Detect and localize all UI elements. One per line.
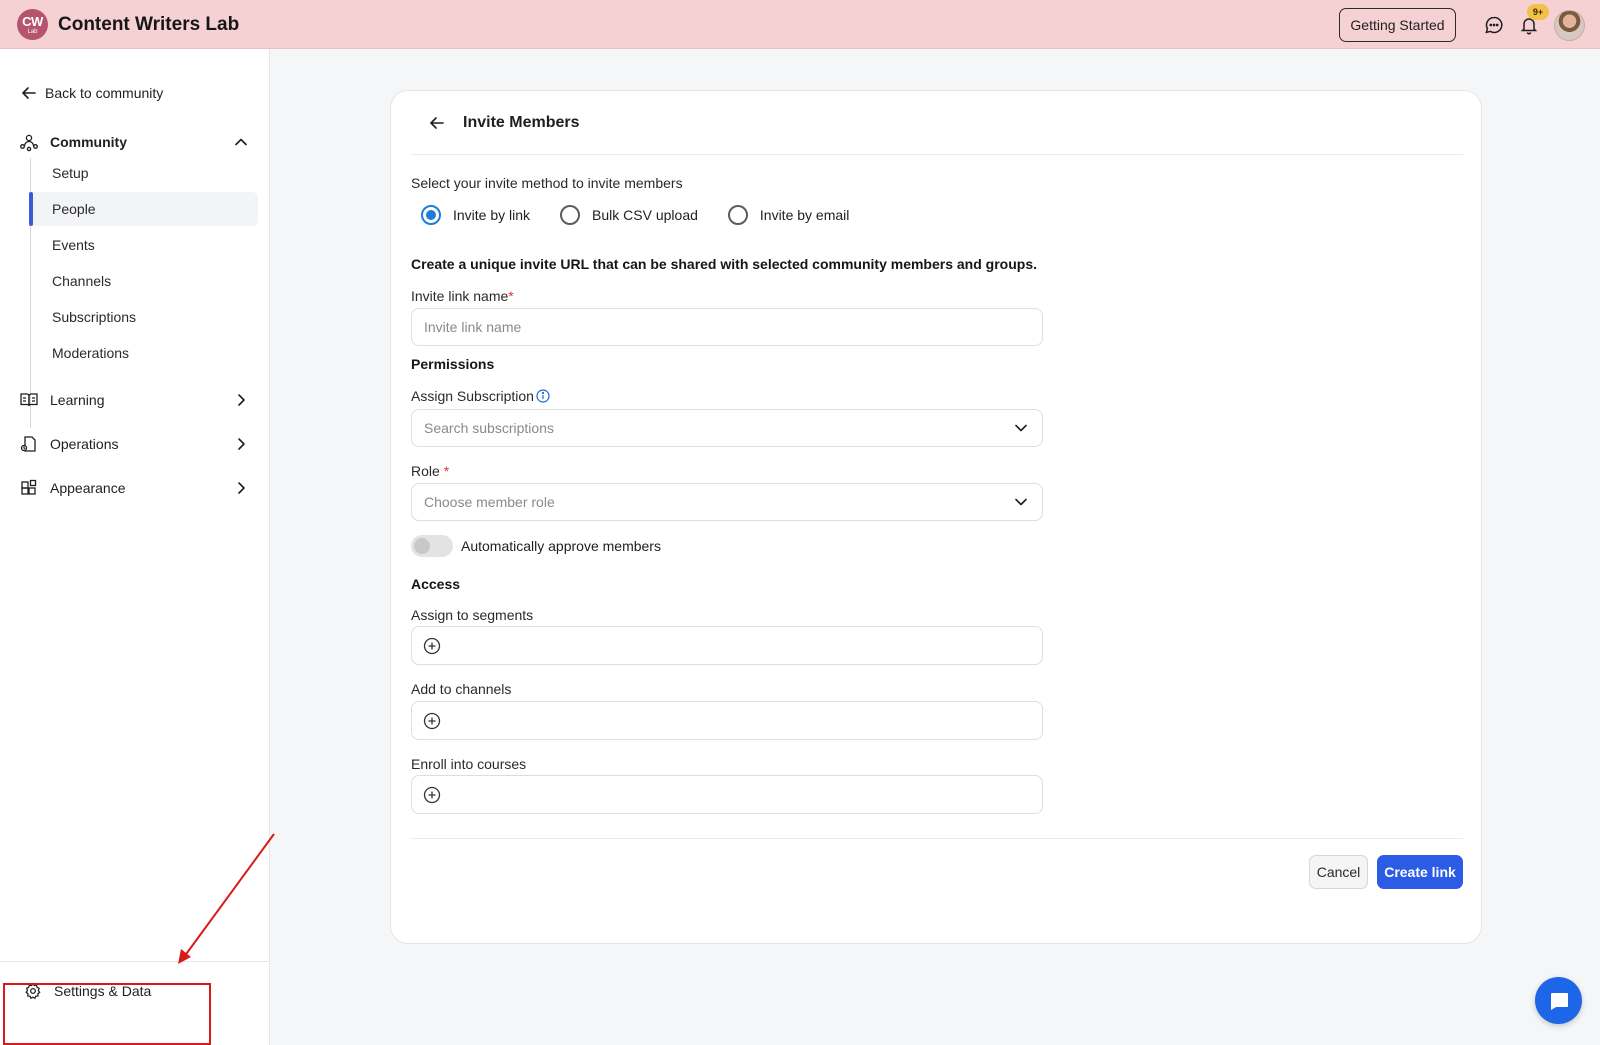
courses-field[interactable] bbox=[411, 775, 1043, 814]
channels-label: Add to channels bbox=[411, 681, 512, 697]
sidebar-item-subscriptions[interactable]: Subscriptions bbox=[30, 300, 258, 334]
role-label: Role * bbox=[411, 463, 449, 479]
radio-button[interactable] bbox=[560, 205, 581, 225]
radio-label: Bulk CSV upload bbox=[592, 207, 698, 223]
invite-members-card: Invite Members Select your invite method… bbox=[390, 90, 1482, 944]
required-marker: * bbox=[443, 463, 450, 479]
community-icon bbox=[18, 131, 40, 153]
operations-label: Operations bbox=[50, 436, 119, 452]
chevron-up-icon[interactable] bbox=[232, 133, 250, 151]
chevron-down-icon[interactable] bbox=[1012, 419, 1030, 437]
radio-label: Invite by email bbox=[759, 207, 850, 223]
logo-text: CW bbox=[22, 13, 43, 29]
back-to-community-link[interactable]: Back to community bbox=[21, 85, 163, 101]
courses-label: Enroll into courses bbox=[411, 756, 527, 772]
appearance-icon bbox=[18, 477, 40, 499]
role-placeholder: Choose member role bbox=[424, 494, 555, 510]
chevron-down-icon[interactable] bbox=[1012, 493, 1030, 511]
community-name[interactable]: Content Writers Lab bbox=[58, 14, 239, 36]
arrow-left-icon[interactable] bbox=[425, 111, 449, 135]
top-bar: CW Lab Content Writers Lab Getting Start… bbox=[0, 0, 1600, 49]
logo-subtext: Lab bbox=[27, 28, 38, 35]
radio-invite-by-link[interactable]: Invite by link bbox=[421, 205, 530, 225]
required-marker: * bbox=[508, 288, 514, 304]
segments-field[interactable] bbox=[411, 626, 1043, 665]
card-header: Invite Members bbox=[411, 91, 1463, 155]
invite-link-name-input[interactable] bbox=[424, 319, 1030, 335]
chat-bubble-icon[interactable] bbox=[1483, 14, 1505, 36]
info-icon[interactable] bbox=[536, 389, 550, 403]
sidebar-section-learning[interactable]: Learning bbox=[18, 388, 250, 412]
auto-approve-row: Automatically approve members bbox=[411, 535, 661, 557]
cancel-button[interactable]: Cancel bbox=[1309, 855, 1368, 889]
radio-invite-by-email[interactable]: Invite by email bbox=[727, 205, 850, 225]
brand-logo[interactable]: CW Lab bbox=[17, 9, 48, 40]
subscription-placeholder: Search subscriptions bbox=[424, 420, 554, 436]
chat-icon bbox=[1547, 989, 1571, 1013]
plus-circle-icon[interactable] bbox=[422, 636, 442, 656]
invite-method-prompt: Select your invite method to invite memb… bbox=[411, 175, 683, 191]
page-title: Invite Members bbox=[463, 113, 580, 131]
permissions-heading: Permissions bbox=[411, 356, 495, 372]
field-label: Invite link name bbox=[411, 288, 509, 304]
annotation-arrow bbox=[178, 833, 275, 964]
community-label: Community bbox=[50, 134, 127, 150]
plus-circle-icon[interactable] bbox=[422, 711, 442, 731]
notification-badge: 9+ bbox=[1527, 4, 1549, 20]
support-chat-button[interactable] bbox=[1535, 977, 1582, 1024]
segments-label: Assign to segments bbox=[411, 607, 534, 623]
invite-link-name-field[interactable] bbox=[411, 308, 1043, 346]
radio-button[interactable] bbox=[421, 205, 441, 225]
chevron-right-icon[interactable] bbox=[232, 435, 250, 453]
sidebar-section-appearance[interactable]: Appearance bbox=[18, 476, 250, 500]
assign-subscription-label: Assign Subscription bbox=[411, 388, 550, 404]
role-select[interactable]: Choose member role bbox=[411, 483, 1043, 521]
chevron-right-icon[interactable] bbox=[232, 479, 250, 497]
auto-approve-toggle[interactable] bbox=[411, 535, 453, 557]
footer-divider bbox=[411, 838, 1463, 839]
sidebar-item-setup[interactable]: Setup bbox=[30, 156, 258, 190]
getting-started-button[interactable]: Getting Started bbox=[1339, 8, 1456, 42]
field-label: Role bbox=[411, 463, 440, 479]
book-icon bbox=[18, 389, 40, 411]
invite-description: Create a unique invite URL that can be s… bbox=[411, 256, 1038, 272]
subscription-select[interactable]: Search subscriptions bbox=[411, 409, 1043, 447]
sidebar-item-moderations[interactable]: Moderations bbox=[30, 336, 258, 370]
sidebar-item-events[interactable]: Events bbox=[30, 228, 258, 262]
invite-method-group: Invite by link Bulk CSV upload Invite by… bbox=[411, 205, 879, 225]
auto-approve-label: Automatically approve members bbox=[461, 538, 661, 554]
radio-bulk-csv-upload[interactable]: Bulk CSV upload bbox=[560, 205, 698, 225]
sidebar-section-operations[interactable]: Operations bbox=[18, 432, 250, 456]
plus-circle-icon[interactable] bbox=[422, 785, 442, 805]
learning-label: Learning bbox=[50, 392, 105, 408]
operations-icon bbox=[18, 433, 40, 455]
appearance-label: Appearance bbox=[50, 480, 126, 496]
sidebar-section-community[interactable]: Community bbox=[18, 130, 250, 154]
sidebar-item-channels[interactable]: Channels bbox=[30, 264, 258, 298]
access-heading: Access bbox=[411, 576, 461, 592]
field-label: Assign Subscription bbox=[411, 388, 534, 404]
arrow-left-icon bbox=[21, 85, 37, 101]
highlight-box bbox=[3, 983, 211, 1045]
invite-link-name-label: Invite link name* bbox=[411, 288, 514, 304]
user-avatar[interactable] bbox=[1554, 10, 1585, 41]
channels-field[interactable] bbox=[411, 701, 1043, 740]
back-link-label: Back to community bbox=[45, 85, 164, 101]
sidebar-item-people[interactable]: People bbox=[29, 192, 258, 226]
radio-label: Invite by link bbox=[453, 207, 531, 223]
create-link-button[interactable]: Create link bbox=[1377, 855, 1463, 889]
radio-button[interactable] bbox=[727, 205, 748, 225]
chevron-right-icon[interactable] bbox=[232, 391, 250, 409]
